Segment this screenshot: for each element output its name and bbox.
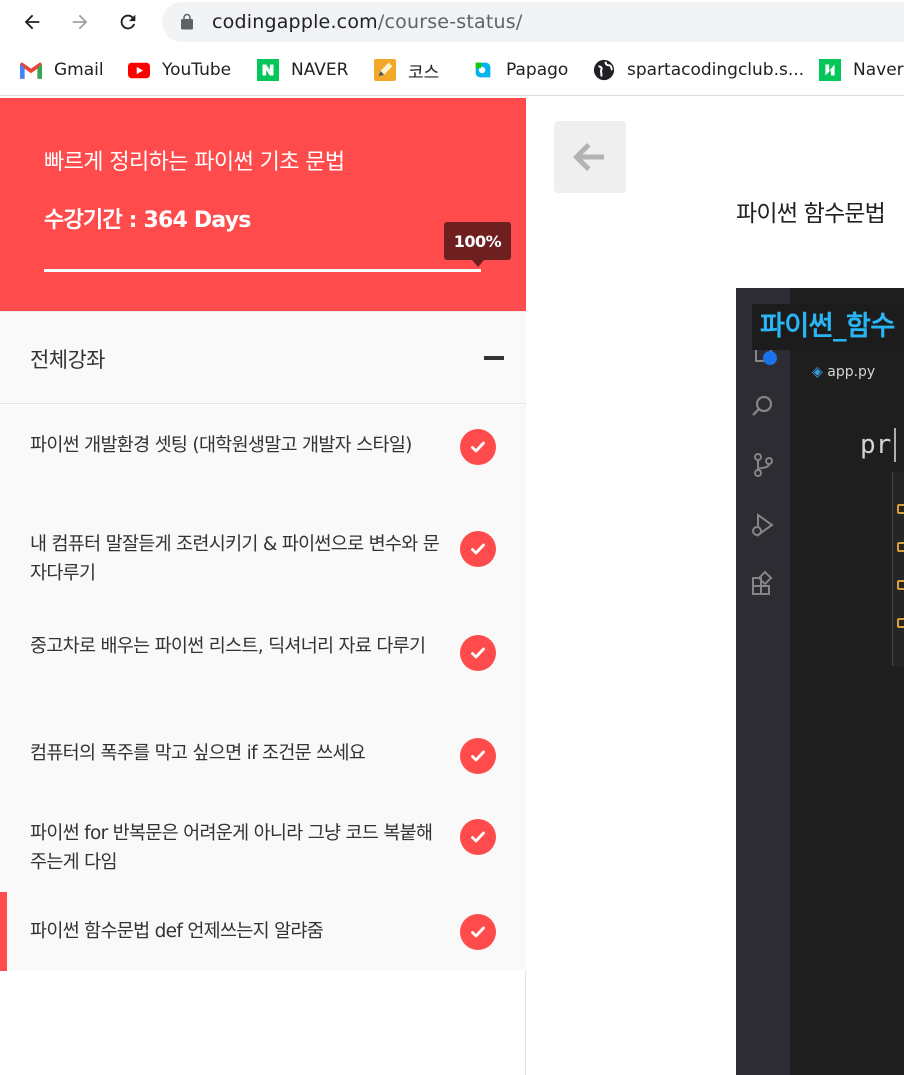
back-button[interactable]	[554, 121, 626, 193]
editor-code: pr	[860, 430, 892, 460]
pencil-icon	[374, 59, 396, 81]
suggestion-icon	[897, 618, 904, 628]
bookmark-naver-2[interactable]: Naver	[819, 57, 904, 83]
papago-icon	[472, 59, 494, 81]
lecture-content: 파이썬 함수문법 ◈ app.py pr 파이썬_함수	[540, 98, 904, 1075]
bookmarks-bar: Gmail YouTube NAVER 코스 Papago spartacodi…	[0, 44, 904, 96]
lesson-title: 컴퓨터의 폭주를 막고 싶으면 if 조건문 쓰세요	[30, 743, 366, 764]
video-player[interactable]: ◈ app.py pr 파이썬_함수	[736, 288, 904, 1075]
lock-icon	[181, 13, 193, 30]
lesson-item[interactable]: 컴퓨터의 폭주를 막고 싶으면 if 조건문 쓰세요	[0, 709, 526, 786]
text-cursor	[894, 428, 896, 462]
collapse-minus-icon[interactable]	[484, 356, 504, 360]
suggestion-icon	[897, 580, 904, 590]
python-file-icon: ◈	[812, 364, 823, 380]
lesson-item[interactable]: 내 컴퓨터 말잘듣게 조련시키기 & 파이썬으로 변수와 문자다루기	[0, 504, 526, 603]
source-control-icon	[754, 453, 773, 477]
lesson-item[interactable]: 파이썬 for 반복문은 어려운게 아니라 그냥 코드 복붙해주는게 다임	[0, 786, 526, 892]
url-text[interactable]: codingapple.com/course-status/	[212, 11, 522, 33]
course-title: 빠르게 정리하는 파이썬 기초 문법	[44, 150, 345, 175]
lesson-title: 파이썬 개발환경 셋팅 (대학원생말고 개발자 스타일)	[30, 435, 412, 456]
globe-icon	[593, 59, 615, 81]
lesson-title: 중고차로 배우는 파이썬 리스트, 딕셔너리 자료 다루기	[30, 636, 426, 657]
lesson-item[interactable]: 파이썬 개발환경 셋팅 (대학원생말고 개발자 스타일)	[0, 405, 526, 504]
progress-bar-fill	[44, 269, 481, 272]
progress-badge: 100%	[444, 222, 511, 267]
editor-file-tab: ◈ app.py	[812, 364, 876, 380]
course-header: 빠르게 정리하는 파이썬 기초 문법 수강기간 : 364 Days 100%	[0, 98, 526, 311]
progress-bar	[44, 269, 481, 272]
bookmark-gmail[interactable]: Gmail	[20, 57, 104, 83]
naver-icon	[257, 59, 279, 81]
address-bar[interactable]: codingapple.com/course-status/	[162, 2, 904, 42]
forward-arrow-icon[interactable]	[64, 6, 96, 38]
check-icon	[460, 738, 496, 774]
bookmark-course[interactable]: 코스	[374, 57, 439, 83]
lesson-title: 파이썬 for 반복문은 어려운게 아니라 그냥 코드 복붙해주는게 다임	[30, 823, 433, 873]
lesson-item-active[interactable]: 파이썬 함수문법 def 언제쓰는지 알랴줌	[0, 892, 526, 971]
bookmark-papago[interactable]: Papago	[472, 57, 568, 83]
search-icon	[752, 395, 773, 416]
check-icon	[460, 914, 496, 950]
run-debug-icon	[752, 513, 774, 537]
reload-icon[interactable]	[112, 6, 144, 38]
browser-toolbar: codingapple.com/course-status/	[0, 0, 904, 44]
course-period: 수강기간 : 364 Days	[44, 208, 251, 233]
bookmark-youtube[interactable]: YouTube	[128, 57, 231, 83]
suggestion-icon	[897, 542, 904, 552]
lecture-title: 파이썬 함수문법	[736, 201, 886, 227]
naver-icon	[819, 59, 841, 81]
lesson-title: 파이썬 함수문법 def 언제쓰는지 알랴줌	[30, 921, 324, 942]
suggestion-icon	[897, 504, 904, 514]
lesson-item[interactable]: 중고차로 배우는 파이썬 리스트, 딕셔너리 자료 다루기	[0, 603, 526, 709]
arrow-left-icon	[573, 143, 604, 171]
editor-activity-bar	[736, 288, 790, 1075]
check-icon	[460, 635, 496, 671]
lesson-list: 파이썬 개발환경 셋팅 (대학원생말고 개발자 스타일) 내 컴퓨터 말잘듣게 …	[0, 405, 526, 971]
check-icon	[460, 819, 496, 855]
bookmark-naver[interactable]: NAVER	[257, 57, 348, 83]
bookmark-spartacodingclub[interactable]: spartacodingclub.s...	[593, 57, 804, 83]
section-title: 전체강좌	[30, 348, 105, 372]
extensions-icon	[752, 570, 773, 595]
check-icon	[460, 429, 496, 465]
gmail-icon	[20, 59, 42, 81]
course-sidebar: 빠르게 정리하는 파이썬 기초 문법 수강기간 : 364 Days 100% …	[0, 98, 526, 1075]
video-overlay-caption: 파이썬_함수	[752, 304, 903, 350]
back-arrow-icon[interactable]	[16, 6, 48, 38]
lesson-title: 내 컴퓨터 말잘듣게 조련시키기 & 파이썬으로 변수와 문자다루기	[30, 534, 440, 584]
check-icon	[460, 531, 496, 567]
youtube-icon	[128, 59, 150, 81]
autocomplete-list	[892, 472, 904, 666]
section-header[interactable]: 전체강좌	[0, 311, 526, 404]
